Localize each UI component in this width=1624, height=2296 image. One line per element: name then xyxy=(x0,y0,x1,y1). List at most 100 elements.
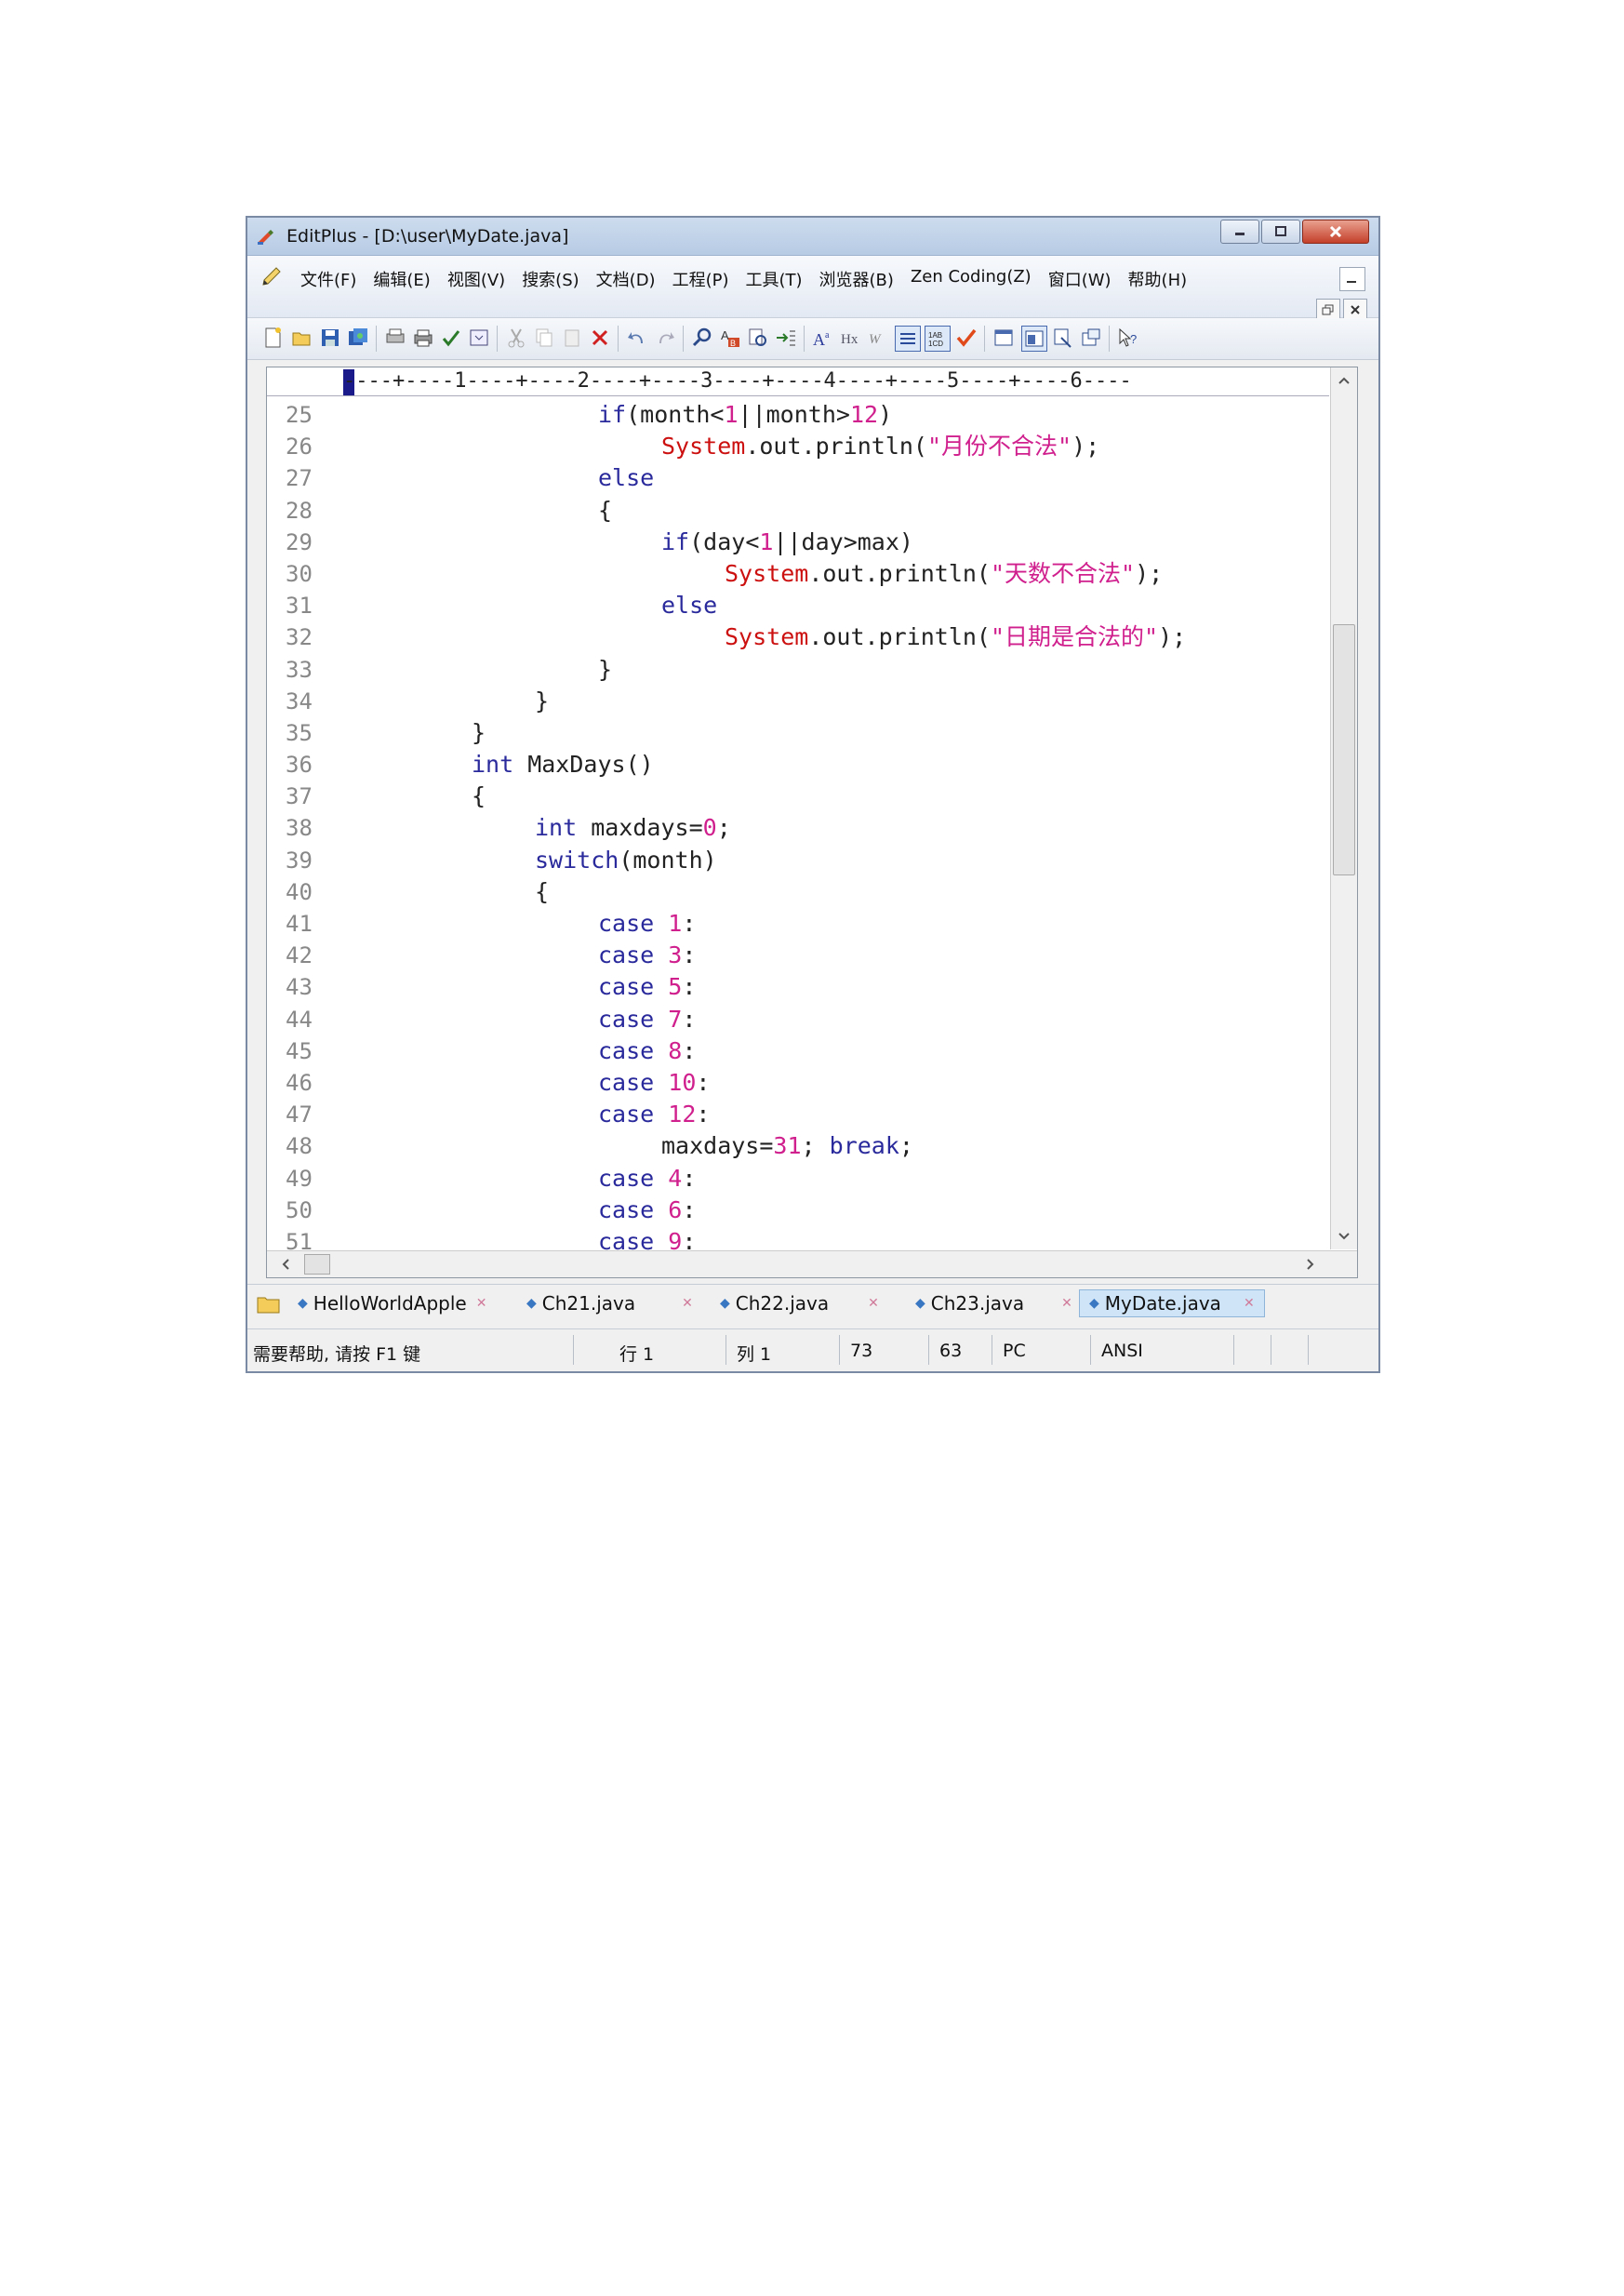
code-line[interactable]: 27 else xyxy=(267,462,1329,494)
tab-close-icon[interactable]: ✕ xyxy=(1061,1296,1072,1311)
delete-button[interactable] xyxy=(588,326,612,350)
tab-ch23[interactable]: ◆ Ch23.java ✕ xyxy=(915,1292,1072,1315)
tab-close-icon[interactable]: ✕ xyxy=(682,1296,693,1311)
font-button[interactable]: Aa xyxy=(811,326,835,350)
copy-button[interactable] xyxy=(532,326,556,350)
code-line[interactable]: 29 if(day<1||day>max) xyxy=(267,527,1329,558)
code-line[interactable]: 50 case 6: xyxy=(267,1195,1329,1226)
menu-document[interactable]: 文档(D) xyxy=(588,265,664,293)
maximize-button[interactable] xyxy=(1261,220,1300,244)
code-line[interactable]: 49 case 4: xyxy=(267,1163,1329,1195)
vertical-scroll-thumb[interactable] xyxy=(1333,624,1355,875)
scroll-up-icon[interactable] xyxy=(1331,371,1357,390)
close-button[interactable] xyxy=(1302,220,1369,244)
context-help-button[interactable]: ? xyxy=(1116,326,1140,350)
code-line[interactable]: 48 maxdays=31; break; xyxy=(267,1130,1329,1162)
status-help-text: 需要帮助, 请按 F1 键 xyxy=(253,1344,421,1365)
code-text: } xyxy=(472,717,486,749)
code-line[interactable]: 35} xyxy=(267,717,1329,749)
menu-project[interactable]: 工程(P) xyxy=(664,265,738,293)
code-line[interactable]: 44 case 7: xyxy=(267,1004,1329,1035)
code-line[interactable]: 28 { xyxy=(267,495,1329,527)
code-editor[interactable]: ----+----1----+----2----+----3----+----4… xyxy=(266,367,1358,1278)
mdi-minimize-button[interactable] xyxy=(1339,267,1365,291)
code-line[interactable]: 47 case 12: xyxy=(267,1099,1329,1130)
cut-button[interactable] xyxy=(504,326,528,350)
svg-text:B: B xyxy=(730,339,736,348)
redo-button[interactable] xyxy=(653,326,677,350)
goto-line-button[interactable] xyxy=(774,326,798,350)
code-line[interactable]: 31 else xyxy=(267,590,1329,621)
scroll-right-icon[interactable] xyxy=(1301,1251,1320,1277)
browser-view-button[interactable] xyxy=(467,326,491,350)
code-line[interactable]: 46 case 10: xyxy=(267,1067,1329,1099)
menu-tools[interactable]: 工具(T) xyxy=(737,265,810,293)
tab-close-icon[interactable]: ✕ xyxy=(1244,1296,1255,1311)
code-line[interactable]: 39 switch(month) xyxy=(267,845,1329,876)
horizontal-scrollbar[interactable] xyxy=(267,1250,1357,1277)
code-line[interactable]: 40 { xyxy=(267,876,1329,908)
code-line[interactable]: 33} xyxy=(267,654,1329,686)
check-button[interactable] xyxy=(954,326,978,350)
code-lines[interactable]: 25 if(month<1||month>12) 26 System.out.prin… xyxy=(267,399,1329,1258)
menu-search[interactable]: 搜索(S) xyxy=(513,265,587,293)
print-preview-button[interactable] xyxy=(383,326,407,350)
menu-window[interactable]: 窗口(W) xyxy=(1040,265,1120,293)
code-line[interactable]: 34} xyxy=(267,686,1329,717)
tab-mydate[interactable]: ◆ MyDate.java ✕ xyxy=(1079,1289,1265,1317)
line-number-toggle[interactable] xyxy=(895,326,921,352)
menu-view[interactable]: 视图(V) xyxy=(439,265,513,293)
code-token: System xyxy=(661,433,746,461)
code-line[interactable]: 32 System.out.println("日期是合法的"); xyxy=(267,621,1329,653)
scroll-left-icon[interactable] xyxy=(276,1251,295,1277)
code-line[interactable]: 38 int maxdays=0; xyxy=(267,812,1329,844)
new-file-button[interactable] xyxy=(260,326,285,350)
menu-help[interactable]: 帮助(H) xyxy=(1120,265,1196,293)
code-line[interactable]: 30 System.out.println("天数不合法"); xyxy=(267,558,1329,590)
code-line[interactable]: 43 case 5: xyxy=(267,971,1329,1003)
tab-ch21[interactable]: ◆ Ch21.java ✕ xyxy=(526,1292,693,1315)
undo-button[interactable] xyxy=(625,326,649,350)
code-token: 12 xyxy=(668,1101,697,1128)
tab-close-icon[interactable]: ✕ xyxy=(476,1296,487,1311)
word-wrap-button[interactable]: W xyxy=(867,326,891,350)
code-line[interactable]: 42 case 3: xyxy=(267,940,1329,971)
tab-close-icon[interactable]: ✕ xyxy=(868,1296,879,1311)
code-line[interactable]: 45 case 8: xyxy=(267,1035,1329,1067)
restore-icon xyxy=(1322,304,1334,315)
ruler-toggle[interactable]: 1AB 1CD xyxy=(925,326,951,352)
code-line[interactable]: 37 { xyxy=(267,781,1329,812)
line-number: 43 xyxy=(286,974,313,1001)
code-line[interactable]: 26 System.out.println("月份不合法"); xyxy=(267,431,1329,462)
new-window-button[interactable] xyxy=(1079,326,1103,350)
menu-zen-coding[interactable]: Zen Coding(Z) xyxy=(902,265,1040,293)
find-button[interactable] xyxy=(690,326,714,350)
menu-edit[interactable]: 编辑(E) xyxy=(365,265,438,293)
code-line[interactable]: 25 if(month<1||month>12) xyxy=(267,399,1329,431)
output-window-toggle[interactable] xyxy=(1021,326,1047,352)
scroll-down-icon[interactable] xyxy=(1331,1227,1357,1246)
print-button[interactable] xyxy=(411,326,435,350)
minimize-button[interactable] xyxy=(1220,220,1259,244)
save-button[interactable] xyxy=(318,326,342,350)
cliptext-button[interactable] xyxy=(1051,326,1075,350)
menu-browser[interactable]: 浏览器(B) xyxy=(811,265,902,293)
tab-helloworldapple[interactable]: ◆ HelloWorldApple ✕ xyxy=(298,1292,486,1315)
vertical-scrollbar[interactable] xyxy=(1330,367,1357,1249)
horizontal-scroll-thumb[interactable] xyxy=(304,1254,330,1275)
code-line[interactable]: 36 int MaxDays() xyxy=(267,749,1329,781)
directory-window-button[interactable] xyxy=(992,326,1016,350)
replace-button[interactable]: AB xyxy=(718,326,742,350)
line-number: 37 xyxy=(286,783,313,810)
save-all-button[interactable] xyxy=(346,326,370,350)
code-token: System xyxy=(725,623,809,651)
tab-ch22[interactable]: ◆ Ch22.java ✕ xyxy=(720,1292,879,1315)
code-line[interactable]: 41 case 1: xyxy=(267,908,1329,940)
heading-button[interactable]: Hx xyxy=(839,326,863,350)
paste-button[interactable] xyxy=(560,326,584,350)
open-file-button[interactable] xyxy=(290,326,314,350)
code-token: case xyxy=(598,1036,655,1064)
menu-file[interactable]: 文件(F) xyxy=(292,265,365,293)
find-in-files-button[interactable] xyxy=(746,326,770,350)
spell-check-button[interactable] xyxy=(439,326,463,350)
